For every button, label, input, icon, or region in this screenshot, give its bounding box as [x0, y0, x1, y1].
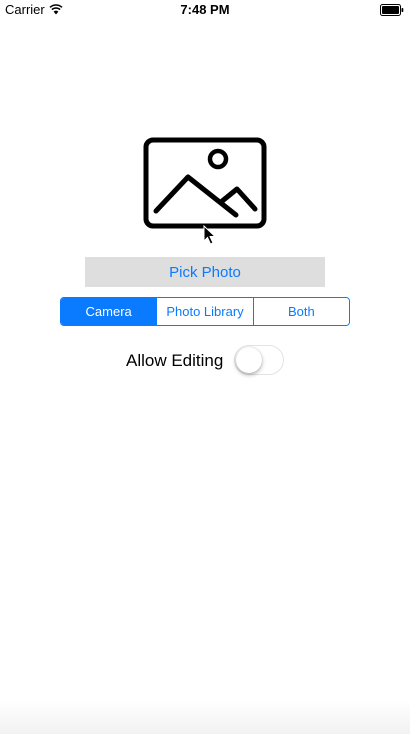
segment-photo-library[interactable]: Photo Library — [156, 298, 253, 325]
toggle-knob — [236, 347, 262, 373]
status-time: 7:48 PM — [180, 2, 230, 17]
allow-editing-toggle[interactable] — [234, 345, 284, 375]
segment-camera[interactable]: Camera — [61, 298, 157, 325]
pick-photo-button[interactable]: Pick Photo — [85, 257, 325, 287]
app-screen: Carrier 7:48 PM Pick Photo Camera Photo … — [0, 0, 410, 734]
allow-editing-label: Allow Editing — [126, 351, 224, 370]
status-bar: Carrier 7:48 PM — [0, 0, 410, 20]
battery-icon — [380, 4, 404, 16]
segment-both[interactable]: Both — [252, 298, 349, 325]
mouse-cursor-icon — [203, 225, 217, 245]
photo-placeholder-icon — [143, 137, 267, 229]
source-segmented-control: Camera Photo Library Both — [60, 297, 350, 326]
bottom-edge — [0, 700, 410, 734]
